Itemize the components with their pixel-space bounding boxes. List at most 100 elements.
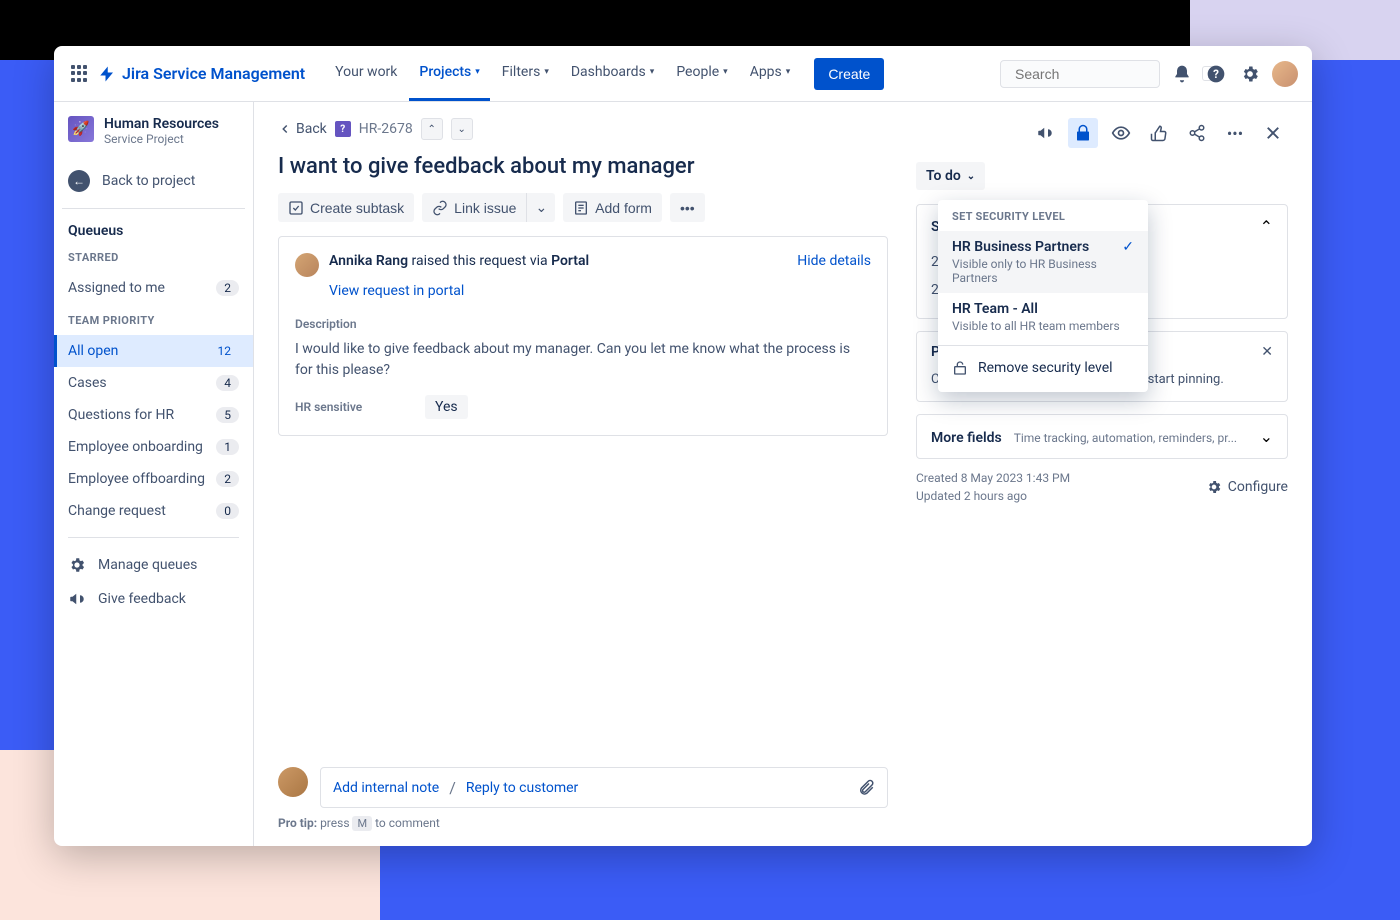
vote-icon[interactable] <box>1144 118 1174 148</box>
check-icon: ✓ <box>1122 239 1134 255</box>
close-icon[interactable]: ✕ <box>1261 344 1273 360</box>
gear-icon <box>1206 479 1222 495</box>
app-switcher-icon[interactable] <box>68 62 92 86</box>
app-window: Jira Service Management Your work Projec… <box>54 46 1312 846</box>
chevron-down-icon: ▾ <box>786 67 791 77</box>
create-subtask-button[interactable]: Create subtask <box>278 193 414 222</box>
nav-apps[interactable]: Apps▾ <box>740 47 801 101</box>
search-input[interactable]: / <box>1000 60 1160 88</box>
notifications-icon[interactable] <box>1170 62 1194 86</box>
gear-icon <box>68 556 86 574</box>
created-date: Created 8 May 2023 1:43 PM <box>916 471 1070 485</box>
more-actions-button[interactable]: ••• <box>670 193 705 222</box>
chevron-down-icon: ▾ <box>475 67 480 77</box>
prev-issue-button[interactable]: ⌃ <box>421 118 443 140</box>
queue-cases[interactable]: Cases 4 <box>54 367 253 399</box>
settings-icon[interactable] <box>1238 62 1262 86</box>
queue-offboarding[interactable]: Employee offboarding 2 <box>54 463 253 495</box>
more-icon: ••• <box>680 200 695 216</box>
help-icon[interactable]: ? <box>1204 62 1228 86</box>
chevron-up-icon: ⌃ <box>1260 217 1273 236</box>
give-feedback[interactable]: Give feedback <box>54 582 253 616</box>
chevron-down-icon: ▾ <box>544 67 549 77</box>
top-nav: Jira Service Management Your work Projec… <box>54 46 1312 102</box>
team-priority-label: TEAM PRIORITY <box>54 314 253 335</box>
security-option-hr-team-all[interactable]: HR Team - All Visible to all HR team mem… <box>938 293 1148 341</box>
project-name: Human Resources <box>104 116 219 132</box>
back-to-project[interactable]: ← Back to project <box>62 160 245 209</box>
popup-heading: SET SECURITY LEVEL <box>938 210 1148 231</box>
queue-questions-hr[interactable]: Questions for HR 5 <box>54 399 253 431</box>
divider <box>938 345 1148 346</box>
comment-area: Add internal note / Reply to customer Pr… <box>278 747 888 830</box>
svg-text:?: ? <box>1213 67 1219 81</box>
status-button[interactable]: To do ⌄ <box>916 162 985 190</box>
configure-button[interactable]: Configure <box>1206 479 1288 495</box>
security-level-popup: SET SECURITY LEVEL HR Business Partners … <box>938 200 1148 392</box>
reply-customer-link[interactable]: Reply to customer <box>466 780 578 796</box>
feedback-icon[interactable] <box>1030 118 1060 148</box>
chevron-down-icon: ▾ <box>723 67 728 77</box>
arrow-left-icon: ← <box>68 170 90 192</box>
add-form-button[interactable]: Add form <box>563 193 662 222</box>
form-icon <box>573 200 589 216</box>
comment-box[interactable]: Add internal note / Reply to customer <box>320 767 888 808</box>
pro-tip: Pro tip: press M to comment <box>278 816 888 830</box>
nav-filters[interactable]: Filters▾ <box>492 47 559 101</box>
separator: / <box>449 778 456 797</box>
search-field[interactable] <box>1015 66 1196 82</box>
description-label: Description <box>295 317 871 331</box>
issue-key[interactable]: HR-2678 <box>359 121 413 137</box>
link-issue-dropdown[interactable]: ⌄ <box>526 193 555 222</box>
requester-avatar <box>295 253 319 277</box>
megaphone-icon <box>68 590 86 608</box>
security-option-hr-partners[interactable]: HR Business Partners Visible only to HR … <box>938 231 1148 293</box>
chevron-down-icon: ⌄ <box>1260 427 1273 446</box>
close-icon[interactable] <box>1258 118 1288 148</box>
project-header[interactable]: 🚀 Human Resources Service Project <box>54 116 253 160</box>
sidebar: 🚀 Human Resources Service Project ← Back… <box>54 102 254 846</box>
request-details-card: Annika Rang raised this request via Port… <box>278 236 888 436</box>
nav-projects[interactable]: Projects▾ <box>409 47 489 101</box>
manage-queues[interactable]: Manage queues <box>54 548 253 582</box>
next-issue-button[interactable]: ⌄ <box>451 118 473 140</box>
view-in-portal-link[interactable]: View request in portal <box>329 283 871 299</box>
product-logo[interactable]: Jira Service Management <box>98 64 305 83</box>
more-icon[interactable]: ••• <box>1220 118 1250 148</box>
main-content: Back ? HR-2678 ⌃ ⌄ I want to give feedba… <box>254 102 1312 846</box>
more-fields-panel[interactable]: More fields Time tracking, automation, r… <box>916 414 1288 459</box>
project-icon: 🚀 <box>68 116 94 142</box>
nav-your-work[interactable]: Your work <box>325 47 407 101</box>
starred-label: STARRED <box>54 251 253 272</box>
queue-onboarding[interactable]: Employee onboarding 1 <box>54 431 253 463</box>
create-button[interactable]: Create <box>814 58 884 90</box>
unlock-icon <box>952 360 968 376</box>
issue-title[interactable]: I want to give feedback about my manager <box>278 154 888 179</box>
hide-details-link[interactable]: Hide details <box>797 253 871 269</box>
bolt-icon <box>98 65 116 83</box>
remove-security-level[interactable]: Remove security level <box>938 350 1148 386</box>
description-value[interactable]: I would like to give feedback about my m… <box>295 339 871 381</box>
queue-all-open[interactable]: All open 12 <box>54 335 253 367</box>
chevron-down-icon: ▾ <box>650 67 655 77</box>
link-issue-button[interactable]: Link issue <box>422 193 526 222</box>
add-internal-note-link[interactable]: Add internal note <box>333 780 439 796</box>
chevron-down-icon: ⌄ <box>967 171 975 182</box>
link-icon <box>432 200 448 216</box>
back-button[interactable]: Back <box>278 121 327 137</box>
queues-heading: Queueus <box>54 223 253 251</box>
hr-sensitive-value[interactable]: Yes <box>425 395 468 419</box>
lock-icon[interactable] <box>1068 118 1098 148</box>
user-avatar[interactable] <box>1272 61 1298 87</box>
queue-assigned-to-me[interactable]: Assigned to me 2 <box>54 272 253 304</box>
watch-icon[interactable] <box>1106 118 1136 148</box>
issue-toolbar: Create subtask Link issue ⌄ Add form <box>278 193 888 222</box>
nav-dashboards[interactable]: Dashboards▾ <box>561 47 664 101</box>
breadcrumb: Back ? HR-2678 ⌃ ⌄ <box>278 118 888 140</box>
attachment-icon[interactable] <box>857 779 875 797</box>
queue-change-request[interactable]: Change request 0 <box>54 495 253 527</box>
nav-people[interactable]: People▾ <box>666 47 737 101</box>
nav-items: Your work Projects▾ Filters▾ Dashboards▾… <box>325 47 800 101</box>
request-source: Annika Rang raised this request via Port… <box>329 253 787 269</box>
share-icon[interactable] <box>1182 118 1212 148</box>
